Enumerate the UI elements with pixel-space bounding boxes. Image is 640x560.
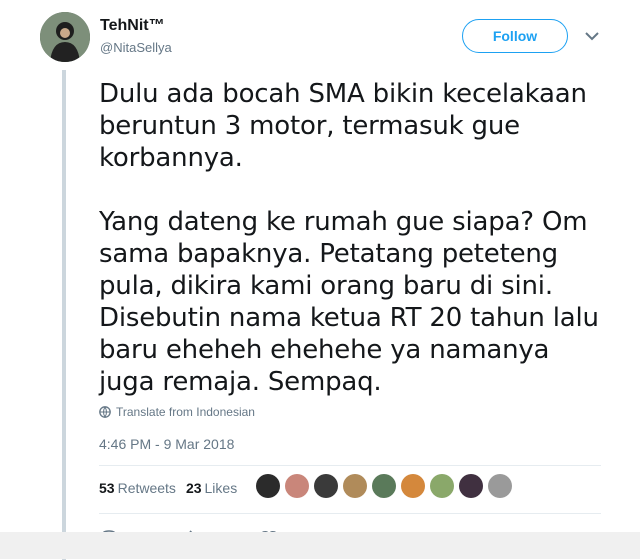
globe-icon: [99, 406, 111, 418]
liker-avatar[interactable]: [372, 474, 396, 498]
avatar[interactable]: [40, 12, 90, 62]
liker-avatars: [256, 474, 512, 498]
liker-avatar[interactable]: [459, 474, 483, 498]
translate-label[interactable]: Translate from Indonesian: [116, 405, 255, 419]
tweet-stats: 53 Retweets 23 Likes: [99, 480, 237, 496]
liker-avatar[interactable]: [430, 474, 454, 498]
tweet-timestamp[interactable]: 4:46 PM - 9 Mar 2018: [99, 436, 234, 452]
liker-avatar[interactable]: [314, 474, 338, 498]
thread-line: [62, 70, 66, 560]
avatar-image: [40, 12, 90, 62]
divider: [99, 513, 601, 514]
liker-avatar[interactable]: [343, 474, 367, 498]
follow-button[interactable]: Follow: [462, 19, 568, 53]
retweets-count: 53: [99, 480, 115, 496]
liker-avatar[interactable]: [401, 474, 425, 498]
likes-stat[interactable]: 23 Likes: [186, 480, 237, 496]
translate-link[interactable]: Translate from Indonesian: [99, 405, 255, 419]
liker-avatar[interactable]: [285, 474, 309, 498]
author-handle[interactable]: @NitaSellya: [100, 40, 172, 55]
liker-avatar[interactable]: [256, 474, 280, 498]
likes-label: Likes: [204, 480, 238, 496]
likes-count: 23: [185, 480, 202, 496]
author-name[interactable]: TehNit™: [100, 17, 165, 35]
tweet-text: Dulu ada bocah SMA bikin kecelakaan beru…: [99, 78, 599, 398]
retweets-stat[interactable]: 53 Retweets: [99, 480, 176, 496]
tweet-paragraph: Yang dateng ke rumah gue siapa? Om sama …: [99, 207, 599, 397]
chevron-down-icon[interactable]: [583, 27, 601, 45]
divider: [99, 465, 601, 466]
bottom-bar: [0, 532, 640, 559]
liker-avatar[interactable]: [488, 474, 512, 498]
retweets-label: Retweets: [117, 480, 176, 496]
tweet-paragraph: Dulu ada bocah SMA bikin kecelakaan beru…: [99, 79, 587, 173]
